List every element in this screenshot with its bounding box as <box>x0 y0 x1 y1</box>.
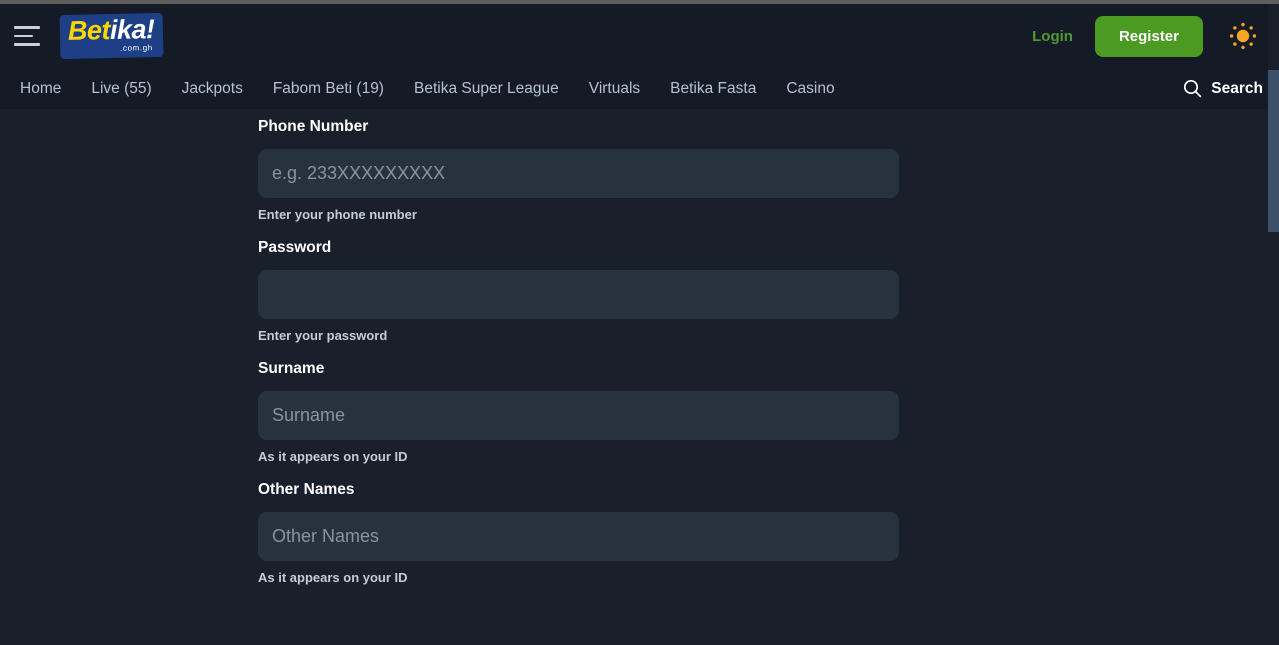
brand-wordmark-bet: Bet <box>67 15 111 46</box>
password-label: Password <box>258 239 332 256</box>
brand-logo[interactable]: Betika! .com.gh <box>59 12 163 60</box>
nav-item-home[interactable]: Home <box>20 80 61 98</box>
other-names-input[interactable] <box>258 512 899 561</box>
brand-tld: .com.gh <box>120 43 153 53</box>
hamburger-line <box>14 43 40 46</box>
phone-number-label: Phone Number <box>258 118 369 135</box>
field-group-phone-number: Phone Number Enter your phone number <box>258 118 899 222</box>
search-icon <box>1184 79 1202 98</box>
hamburger-line <box>14 34 33 38</box>
nav-item-casino[interactable]: Casino <box>786 80 834 98</box>
nav-item-jackpots[interactable]: Jackpots <box>182 80 243 98</box>
brand-wordmark: Betika! <box>67 14 155 46</box>
password-input[interactable] <box>258 270 899 319</box>
registration-form-scroll-area: Phone Number Enter your phone number Pas… <box>0 109 1279 645</box>
surname-input[interactable] <box>258 391 899 440</box>
nav-item-fabom-beti[interactable]: Fabom Beti (19) <box>273 80 384 98</box>
site-header: Betika! .com.gh Login Register <box>0 4 1279 68</box>
phone-number-input[interactable] <box>258 149 899 198</box>
nav-item-live[interactable]: Live (55) <box>91 80 151 98</box>
register-button[interactable]: Register <box>1094 15 1203 57</box>
nav-item-betika-fasta[interactable]: Betika Fasta <box>670 80 756 98</box>
other-names-hint: As it appears on your ID <box>258 570 408 585</box>
surname-hint: As it appears on your ID <box>258 449 408 464</box>
other-names-label: Other Names <box>258 481 355 498</box>
field-group-password: Password Enter your password <box>258 239 899 343</box>
hamburger-line <box>14 26 40 29</box>
theme-toggle-button[interactable] <box>1223 16 1263 56</box>
registration-form: Phone Number Enter your phone number Pas… <box>258 118 899 602</box>
hamburger-menu-icon[interactable] <box>10 21 44 51</box>
primary-navigation: Home Live (55) Jackpots Fabom Beti (19) … <box>0 68 1279 109</box>
password-hint: Enter your password <box>258 328 388 343</box>
search-label: Search <box>1211 79 1263 97</box>
field-group-other-names: Other Names As it appears on your ID <box>258 481 899 585</box>
sun-icon <box>1229 22 1257 50</box>
field-group-surname: Surname As it appears on your ID <box>258 360 899 464</box>
nav-item-betika-super-league[interactable]: Betika Super League <box>414 80 559 98</box>
nav-item-virtuals[interactable]: Virtuals <box>589 80 640 98</box>
brand-wordmark-ika: ika! <box>109 14 155 46</box>
search-button[interactable]: Search <box>1183 79 1263 98</box>
page-scrollbar-track[interactable] <box>1268 4 1279 645</box>
login-link[interactable]: Login <box>1032 28 1073 45</box>
page-scrollbar-thumb[interactable] <box>1268 70 1279 232</box>
phone-number-hint: Enter your phone number <box>258 207 417 222</box>
surname-label: Surname <box>258 360 325 377</box>
